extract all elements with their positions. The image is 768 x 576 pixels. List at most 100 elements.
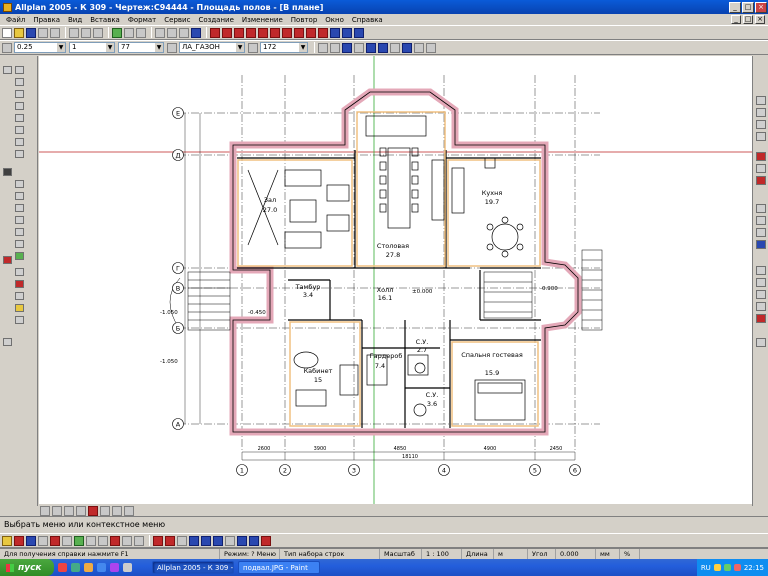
zoom-in-icon[interactable] (40, 505, 50, 516)
ctx-tool-1-icon[interactable] (2, 535, 12, 546)
tool-red-2-icon[interactable] (222, 27, 232, 38)
view-tool-10-icon[interactable] (756, 228, 766, 237)
view-tool-11-icon[interactable] (756, 240, 766, 249)
format-tool-1-icon[interactable] (318, 42, 328, 53)
quicklaunch-opera-icon[interactable] (58, 563, 67, 572)
doc-restore-button[interactable]: □ (743, 15, 753, 24)
rotate-tool-icon[interactable] (15, 316, 24, 324)
menu-modify[interactable]: Изменение (238, 16, 287, 24)
close-button[interactable]: × (755, 1, 767, 13)
view-tool-14-icon[interactable] (756, 290, 766, 299)
modify-tool-icon[interactable] (15, 268, 24, 276)
tray-volume-icon[interactable] (713, 564, 721, 571)
wall-tool-icon[interactable] (15, 180, 24, 188)
view-tool-5-icon[interactable] (756, 152, 766, 161)
quicklaunch-media-icon[interactable] (110, 563, 119, 572)
open-folder-icon[interactable] (14, 27, 24, 38)
view-tool-16-icon[interactable] (756, 314, 766, 323)
language-indicator[interactable]: RU (701, 564, 711, 572)
menu-insert[interactable]: Вставка (86, 16, 124, 24)
view-tool-9-icon[interactable] (756, 216, 766, 225)
view-tool-6-icon[interactable] (756, 164, 766, 173)
stair-tool-icon[interactable] (15, 228, 24, 236)
copy-tool-icon[interactable] (15, 292, 24, 300)
drawing-canvas[interactable]: Зал 27.0 Столовая 27.8 Кухня 19.7 Тамбур… (39, 56, 752, 504)
view-tool-2-icon[interactable] (756, 108, 766, 117)
format-tool-7-icon[interactable] (390, 42, 400, 53)
ctx-tool-8-icon[interactable] (86, 535, 96, 546)
print-preview-icon[interactable] (50, 27, 60, 38)
menu-edit[interactable]: Правка (29, 16, 64, 24)
pan-icon[interactable] (76, 505, 86, 516)
menu-window[interactable]: Окно (321, 16, 348, 24)
maximize-button[interactable]: □ (742, 1, 754, 13)
move-tool-icon[interactable] (15, 304, 24, 312)
length-value[interactable]: м (494, 548, 528, 559)
format-tool-10-icon[interactable] (426, 42, 436, 53)
ctx-tool-4-icon[interactable] (38, 535, 48, 546)
zoom-out-icon[interactable] (52, 505, 62, 516)
ctx-tool-22-icon[interactable] (261, 535, 271, 546)
ctx-tool-13-icon[interactable] (153, 535, 163, 546)
pen-thickness-select[interactable]: 0.25 ▼ (14, 42, 66, 53)
room-tool-icon[interactable] (15, 252, 24, 260)
tool-blue-3-icon[interactable] (354, 27, 364, 38)
view-tool-15-icon[interactable] (756, 302, 766, 311)
polyline-tool-icon[interactable] (15, 78, 24, 86)
color-select[interactable]: 77 ▼ (118, 42, 164, 53)
ctx-tool-15-icon[interactable] (177, 535, 187, 546)
view-tool-4-icon[interactable] (756, 132, 766, 141)
roof-tool-icon[interactable] (15, 240, 24, 248)
save-icon[interactable] (26, 27, 36, 38)
menu-repeat[interactable]: Повтор (287, 16, 321, 24)
format-tool-3-icon[interactable] (342, 42, 352, 53)
properties-icon[interactable] (179, 27, 189, 38)
next-view-icon[interactable] (112, 505, 122, 516)
view-tool-1-icon[interactable] (756, 96, 766, 105)
view-tool-3-icon[interactable] (756, 120, 766, 129)
tool-red-6-icon[interactable] (270, 27, 280, 38)
angle-value[interactable]: 0.000 (556, 548, 596, 559)
ctx-tool-9-icon[interactable] (98, 535, 108, 546)
ctx-tool-11-icon[interactable] (122, 535, 132, 546)
tray-antivirus-icon[interactable] (733, 564, 741, 571)
task-allplan[interactable]: Allplan 2005 - К 309 - ... (152, 561, 234, 574)
layer-select[interactable]: ЛА_ГАЗОН ▼ (179, 42, 245, 53)
format-tool-9-icon[interactable] (414, 42, 424, 53)
tool-blue-2-icon[interactable] (342, 27, 352, 38)
format-properties-icon[interactable] (2, 42, 12, 53)
title-bar[interactable]: Allplan 2005 - К 309 - Чертеж:С94444 - П… (0, 0, 768, 14)
hatch-tool-icon[interactable] (15, 138, 24, 146)
menu-view[interactable]: Вид (64, 16, 86, 24)
quicklaunch-ie-icon[interactable] (97, 563, 106, 572)
zoom-window-icon[interactable] (64, 505, 74, 516)
doc-minimize-button[interactable]: _ (731, 15, 741, 24)
format-tool-8-icon[interactable] (402, 42, 412, 53)
tool-red-8-icon[interactable] (294, 27, 304, 38)
help-icon[interactable] (191, 27, 201, 38)
quicklaunch-icon[interactable] (71, 563, 80, 572)
menu-format[interactable]: Формат (124, 16, 160, 24)
rectangle-tool-icon[interactable] (15, 90, 24, 98)
format-tool-6-icon[interactable] (378, 42, 388, 53)
ctx-tool-5-icon[interactable] (50, 535, 60, 546)
format-tool-4-icon[interactable] (354, 42, 364, 53)
new-file-icon[interactable] (2, 27, 12, 38)
task-paint[interactable]: подвал.JPG - Paint (238, 561, 320, 574)
cut-icon[interactable] (69, 27, 79, 38)
quicklaunch-folder-icon[interactable] (84, 563, 93, 572)
ctx-tool-10-icon[interactable] (110, 535, 120, 546)
dock-handle-icon[interactable] (3, 338, 12, 346)
doc-close-button[interactable]: × (755, 15, 765, 24)
minimize-button[interactable]: _ (729, 1, 741, 13)
quick-access-icon[interactable] (112, 27, 122, 38)
copy-icon[interactable] (81, 27, 91, 38)
ctx-tool-21-icon[interactable] (249, 535, 259, 546)
fileset-icon[interactable] (155, 27, 165, 38)
tool-red-1-icon[interactable] (210, 27, 220, 38)
ctx-tool-14-icon[interactable] (165, 535, 175, 546)
select-arrow-icon[interactable] (3, 66, 12, 74)
column-tool-icon[interactable] (15, 192, 24, 200)
undo-icon[interactable] (124, 27, 134, 38)
tool-red-9-icon[interactable] (306, 27, 316, 38)
